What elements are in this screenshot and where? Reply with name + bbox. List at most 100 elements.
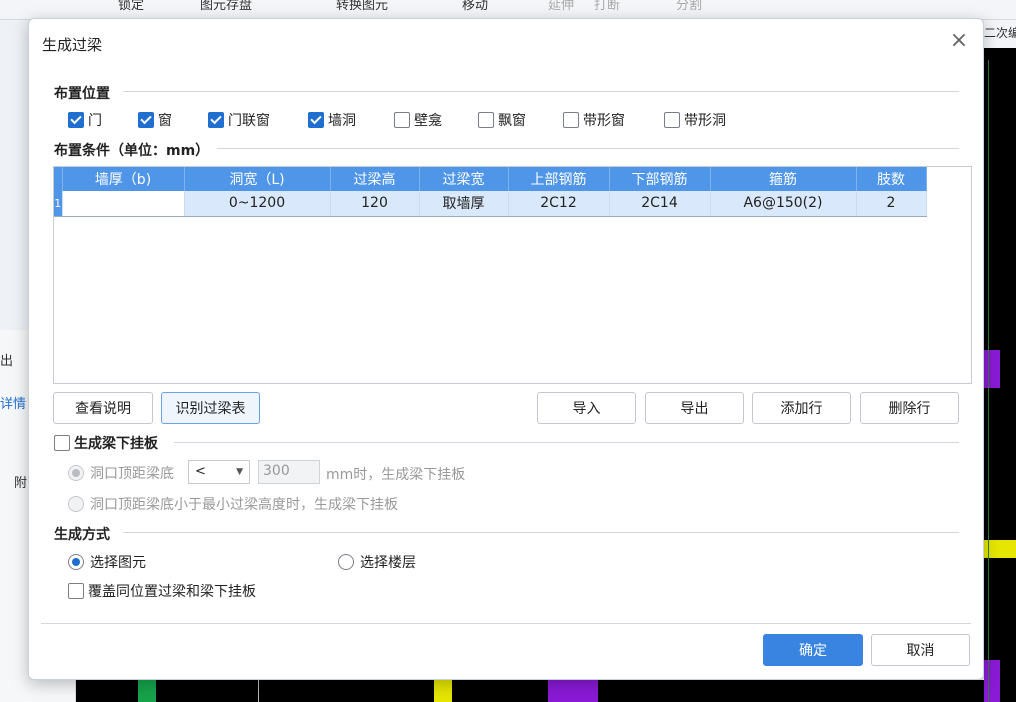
column-header[interactable]: 洞宽（L) (184, 167, 331, 191)
side-label-out: 出 (0, 354, 14, 369)
checkbox-box[interactable] (208, 112, 224, 128)
canvas-element (548, 680, 598, 702)
chevron-down-icon: ▼ (236, 467, 243, 477)
column-header[interactable]: 下部钢筋 (609, 167, 711, 191)
checkbox-box[interactable] (68, 112, 84, 128)
drawing-canvas-bottom[interactable] (76, 680, 1016, 702)
radio-circle[interactable] (68, 496, 84, 512)
checkbox-door-window[interactable]: 门联窗 (208, 110, 270, 130)
checkbox-label: 墙洞 (328, 113, 356, 129)
checkbox-box[interactable] (308, 112, 324, 128)
checkbox-box[interactable] (68, 583, 84, 599)
table-cell-lintel-height[interactable]: 120 (330, 191, 420, 217)
operator-select[interactable]: < ▼ (188, 460, 250, 484)
row-index[interactable]: 1 (54, 191, 63, 217)
radio-top-distance[interactable]: 洞口顶距梁底 (68, 463, 174, 483)
table-cell-top-rebar[interactable]: 2C12 (508, 191, 610, 217)
toolbar-convert[interactable]: 转换图元 (336, 0, 388, 13)
toolbar-move[interactable]: 移动 (462, 0, 488, 13)
checkbox-overwrite[interactable]: 覆盖同位置过梁和梁下挂板 (68, 581, 256, 601)
divider (174, 442, 959, 443)
checkbox-window[interactable]: 窗 (138, 110, 172, 130)
checkbox-label: 生成梁下挂板 (74, 436, 158, 452)
radio-select-floor[interactable]: 选择楼层 (338, 552, 416, 572)
canvas-element (984, 350, 1000, 388)
canvas-element (434, 680, 452, 702)
column-header[interactable]: 过梁高 (330, 167, 420, 191)
table-row[interactable]: 1 0~1200 120 取墙厚 2C12 2C14 A6@150(2) 2 (54, 191, 927, 217)
radio-label: 选择楼层 (360, 555, 416, 571)
drawing-canvas-right[interactable]: 二次编 (984, 20, 1016, 702)
checkbox-box[interactable] (394, 112, 410, 128)
toolbar-lock[interactable]: 锁定 (118, 0, 144, 13)
toolbar-break[interactable]: 打断 (594, 0, 620, 13)
side-label-attach[interactable]: 附 (14, 472, 27, 491)
add-row-button[interactable]: 添加行 (752, 392, 851, 424)
checkbox-label: 带形窗 (583, 113, 625, 129)
cancel-button[interactable]: 取消 (871, 634, 970, 666)
operator-value: < (195, 464, 206, 479)
lintel-table[interactable]: 墙厚（b) 洞宽（L) 过梁高 过梁宽 上部钢筋 下部钢筋 箍筋 肢数 1 0~… (53, 166, 972, 384)
toolbar-extend[interactable]: 延伸 (548, 0, 574, 13)
placement-section-title: 布置位置 (54, 86, 110, 102)
toolbar-split[interactable]: 分割 (676, 0, 702, 13)
checkbox-box[interactable] (664, 112, 680, 128)
recognize-table-button[interactable]: 识别过梁表 (161, 392, 260, 424)
table-cell-wall-thickness[interactable] (62, 191, 185, 217)
app-toolbar: 锁定 图元存盘 转换图元 移动 延伸 打断 分割 (0, 0, 1016, 20)
radio-circle[interactable] (338, 554, 354, 570)
checkbox-box[interactable] (563, 112, 579, 128)
checkbox-door[interactable]: 门 (68, 110, 102, 130)
checkbox-label: 门 (88, 113, 102, 129)
checkbox-bay-window[interactable]: 飘窗 (478, 110, 526, 130)
toolbar-save-element[interactable]: 图元存盘 (200, 0, 252, 13)
radio-label: 选择图元 (90, 555, 146, 571)
checkbox-wall-opening[interactable]: 墙洞 (308, 110, 356, 130)
footer-divider (41, 623, 971, 624)
checkbox-strip-opening[interactable]: 带形洞 (664, 110, 726, 130)
divider (123, 91, 959, 92)
view-help-button[interactable]: 查看说明 (53, 392, 153, 424)
close-icon[interactable]: × (949, 30, 969, 52)
checkbox-box[interactable] (138, 112, 154, 128)
table-cell-stirrup[interactable]: A6@150(2) (710, 191, 857, 217)
table-cell-lintel-width[interactable]: 取墙厚 (419, 191, 509, 217)
table-header-row: 墙厚（b) 洞宽（L) 过梁高 过梁宽 上部钢筋 下部钢筋 箍筋 肢数 (54, 167, 927, 191)
checkbox-label: 窗 (158, 113, 172, 129)
side-label-detail[interactable]: 详情 (0, 393, 26, 412)
column-header[interactable]: 肢数 (856, 167, 927, 191)
radio-select-element[interactable]: 选择图元 (68, 552, 146, 572)
right-top-label: 二次编 (984, 20, 1016, 48)
checkbox-label: 带形洞 (684, 113, 726, 129)
table-cell-legs[interactable]: 2 (856, 191, 927, 217)
radio-circle[interactable] (68, 465, 84, 481)
ok-button[interactable]: 确定 (763, 634, 863, 666)
checkbox-box[interactable] (54, 435, 70, 451)
radio-less-than-min-height[interactable]: 洞口顶距梁底小于最小过梁高度时，生成梁下挂板 (68, 494, 398, 514)
canvas-element (138, 680, 156, 702)
column-header[interactable]: 箍筋 (710, 167, 857, 191)
delete-row-button[interactable]: 删除行 (860, 392, 959, 424)
checkbox-niche[interactable]: 壁龛 (394, 110, 442, 130)
divider (217, 148, 959, 149)
table-cell-bottom-rebar[interactable]: 2C14 (609, 191, 711, 217)
checkbox-strip-window[interactable]: 带形窗 (563, 110, 625, 130)
row-header-corner (54, 167, 63, 191)
radio-label: 洞口顶距梁底小于最小过梁高度时，生成梁下挂板 (90, 497, 398, 513)
table-cell-opening-width[interactable]: 0~1200 (184, 191, 331, 217)
checkbox-generate-hanging-board[interactable]: 生成梁下挂板 (54, 433, 158, 453)
method-section-title: 生成方式 (54, 527, 110, 543)
column-header[interactable]: 墙厚（b) (62, 167, 185, 191)
checkbox-label: 门联窗 (228, 113, 270, 129)
distance-input[interactable]: 300 (258, 460, 320, 484)
checkbox-box[interactable] (478, 112, 494, 128)
column-header[interactable]: 上部钢筋 (508, 167, 610, 191)
dialog-title: 生成过梁 (42, 36, 103, 54)
generate-lintel-dialog: 生成过梁 × 布置位置 门 窗 门联窗 墙洞 壁龛 飘窗 带形窗 带形洞 布置条… (28, 18, 984, 680)
radio-label: 洞口顶距梁底 (90, 466, 174, 482)
export-button[interactable]: 导出 (645, 392, 744, 424)
column-header[interactable]: 过梁宽 (419, 167, 509, 191)
radio-circle[interactable] (68, 554, 84, 570)
import-button[interactable]: 导入 (537, 392, 636, 424)
canvas-element (984, 660, 1000, 702)
